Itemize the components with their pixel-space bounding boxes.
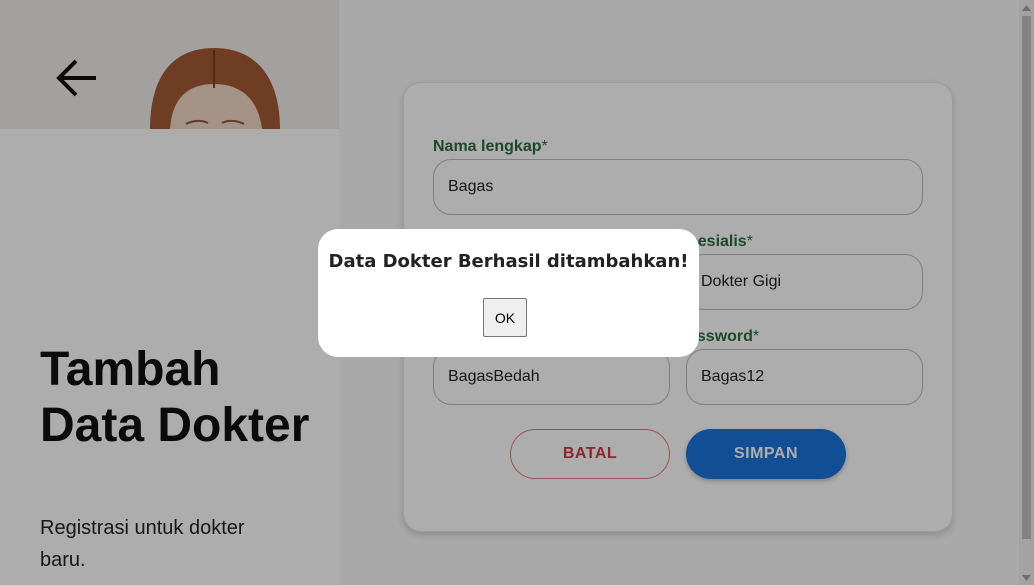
success-dialog: Data Dokter Berhasil ditambahkan! OK xyxy=(318,229,699,357)
page: Tambah Data Dokter Registrasi untuk dokt… xyxy=(0,0,1034,585)
dialog-message: Data Dokter Berhasil ditambahkan! xyxy=(328,251,689,272)
ok-button[interactable]: OK xyxy=(483,298,527,337)
